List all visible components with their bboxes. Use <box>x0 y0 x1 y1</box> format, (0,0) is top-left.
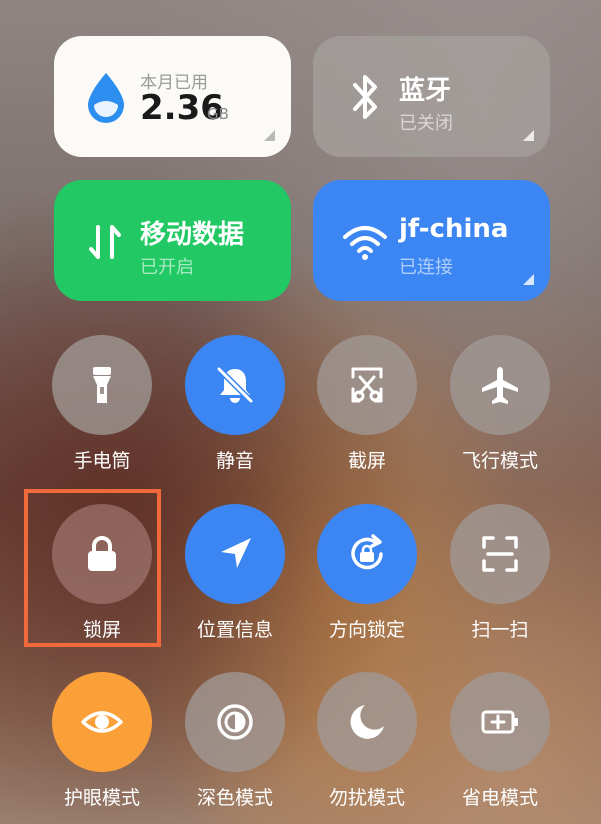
eye-icon <box>81 711 123 733</box>
data-usage-unit: GB <box>207 105 229 123</box>
location-icon <box>221 538 251 568</box>
toggle-dark-mode[interactable]: 深色模式 <box>170 672 300 810</box>
toggle-location[interactable]: 位置信息 <box>170 504 300 642</box>
toggle-battery-saver[interactable]: 省电模式 <box>435 672 565 810</box>
screenshot-button[interactable] <box>317 335 417 435</box>
expand-corner-icon <box>264 130 275 141</box>
mute-button[interactable] <box>185 335 285 435</box>
do-not-disturb-button[interactable] <box>317 672 417 772</box>
eye-care-button[interactable] <box>52 672 152 772</box>
bell-muted-icon <box>216 366 254 404</box>
dark-mode-button[interactable] <box>185 672 285 772</box>
flashlight-button[interactable] <box>52 335 152 435</box>
flashlight-icon <box>93 367 111 403</box>
mute-label: 静音 <box>215 450 254 472</box>
airplane-label: 飞行模式 <box>461 450 538 472</box>
eye-care-label: 护眼模式 <box>63 787 140 809</box>
toggle-mute[interactable]: 静音 <box>170 335 300 473</box>
toggle-screenshot[interactable]: 截屏 <box>302 335 432 473</box>
airplane-button[interactable] <box>450 335 550 435</box>
expand-corner-icon <box>523 130 534 141</box>
data-usage-tile[interactable]: 本月已用 2.36 GB <box>54 36 291 157</box>
location-label: 位置信息 <box>196 619 273 641</box>
toggle-airplane[interactable]: 飞行模式 <box>435 335 565 473</box>
toggle-do-not-disturb[interactable]: 勿扰模式 <box>302 672 432 810</box>
bluetooth-tile[interactable]: 蓝牙 已关闭 <box>313 36 550 157</box>
flashlight-label: 手电筒 <box>73 450 131 472</box>
rotation-lock-button[interactable] <box>317 504 417 604</box>
scan-icon <box>482 536 518 572</box>
battery-saver-label: 省电模式 <box>461 787 538 809</box>
rotation-lock-label: 方向锁定 <box>328 619 405 641</box>
scan-button[interactable] <box>450 504 550 604</box>
wifi-icon <box>343 226 387 260</box>
screenshot-label: 截屏 <box>347 450 386 472</box>
bluetooth-status: 已关闭 <box>399 113 453 134</box>
wifi-status: 已连接 <box>399 257 453 278</box>
bluetooth-title: 蓝牙 <box>399 76 452 106</box>
do-not-disturb-label: 勿扰模式 <box>328 787 405 809</box>
wifi-tile[interactable]: jf-china 已连接 <box>313 180 550 301</box>
wifi-title: jf-china <box>399 214 509 244</box>
water-drop-icon <box>88 73 124 123</box>
expand-corner-icon <box>523 274 534 285</box>
screenshot-icon <box>351 367 383 403</box>
battery-saver-icon <box>481 710 518 734</box>
dark-mode-icon <box>217 704 253 740</box>
airplane-icon <box>482 367 518 404</box>
mobile-data-status: 已开启 <box>140 257 194 278</box>
toggle-eye-care[interactable]: 护眼模式 <box>37 672 167 810</box>
location-button[interactable] <box>185 504 285 604</box>
toggle-scan[interactable]: 扫一扫 <box>435 504 565 642</box>
battery-saver-button[interactable] <box>450 672 550 772</box>
rotation-lock-icon <box>351 534 383 570</box>
toggle-flashlight[interactable]: 手电筒 <box>37 335 167 473</box>
mobile-data-title: 移动数据 <box>140 220 245 250</box>
mobile-data-tile[interactable]: 移动数据 已开启 <box>54 180 291 301</box>
scan-label: 扫一扫 <box>471 619 529 641</box>
toggle-rotation-lock[interactable]: 方向锁定 <box>302 504 432 642</box>
moon-icon <box>350 705 384 739</box>
bluetooth-icon <box>353 75 377 119</box>
lock-screen-highlight-box <box>24 489 161 647</box>
dark-mode-label: 深色模式 <box>196 787 273 809</box>
mobile-data-arrows-icon <box>89 225 121 259</box>
